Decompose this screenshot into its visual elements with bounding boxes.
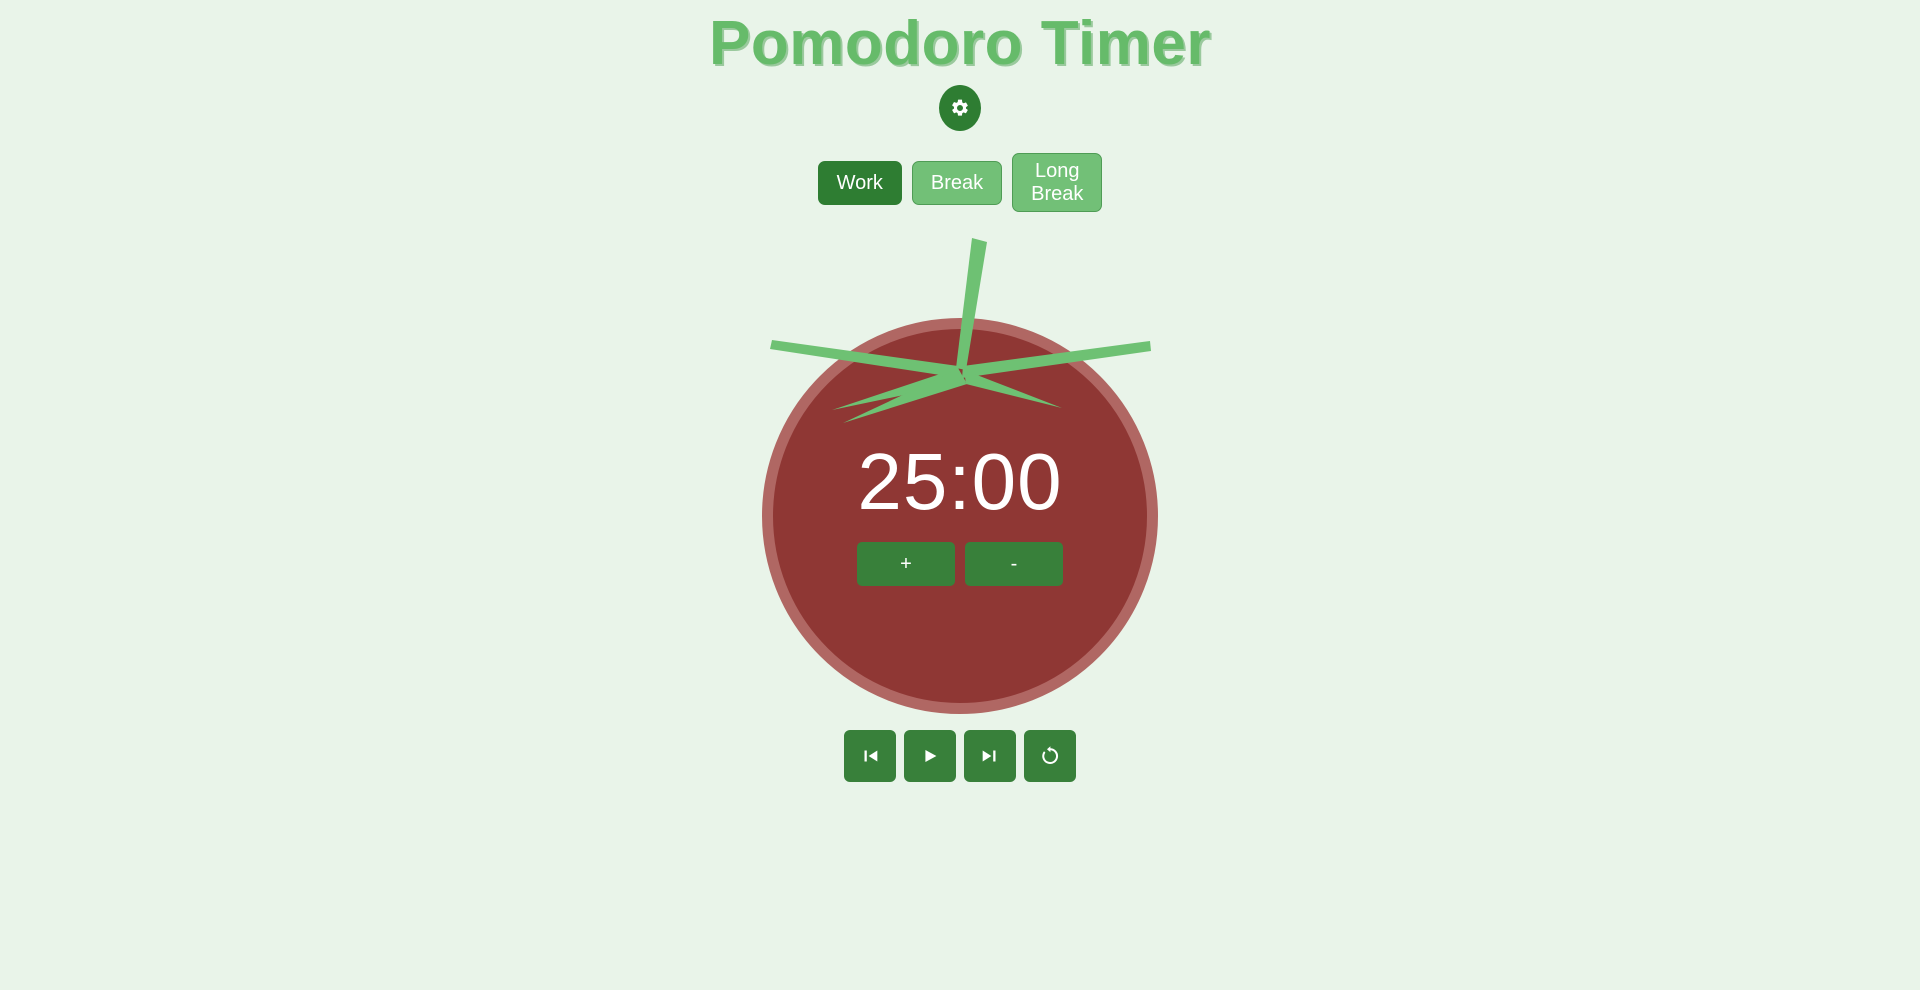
tomato-timer: 25:00 + - [750, 218, 1170, 718]
skip-next-button[interactable] [964, 730, 1016, 783]
transport-controls [844, 730, 1076, 783]
skip-previous-icon [859, 745, 881, 767]
skip-previous-button[interactable] [844, 730, 896, 783]
skip-next-icon [979, 745, 1001, 767]
increase-time-button[interactable]: + [857, 542, 955, 587]
mode-button-break[interactable]: Break [911, 160, 1003, 205]
mode-button-work[interactable]: Work [817, 160, 902, 205]
mode-button-long-break[interactable]: Long Break [1012, 153, 1103, 213]
tomato-body: 25:00 + - [762, 318, 1158, 715]
play-button[interactable] [904, 730, 956, 783]
settings-button[interactable] [939, 85, 981, 132]
pomodoro-app: Pomodoro Timer Work Break Long Break 25:… [0, 0, 1920, 990]
page-title: Pomodoro Timer [709, 9, 1211, 78]
play-icon [919, 745, 941, 767]
gear-icon [950, 98, 970, 118]
time-adjusters: + - [857, 542, 1063, 587]
timer-display: 25:00 [857, 437, 1063, 527]
reset-button[interactable] [1024, 730, 1076, 783]
decrease-time-button[interactable]: - [965, 542, 1063, 587]
reset-icon [1038, 744, 1062, 768]
mode-selector: Work Break Long Break [817, 153, 1103, 213]
